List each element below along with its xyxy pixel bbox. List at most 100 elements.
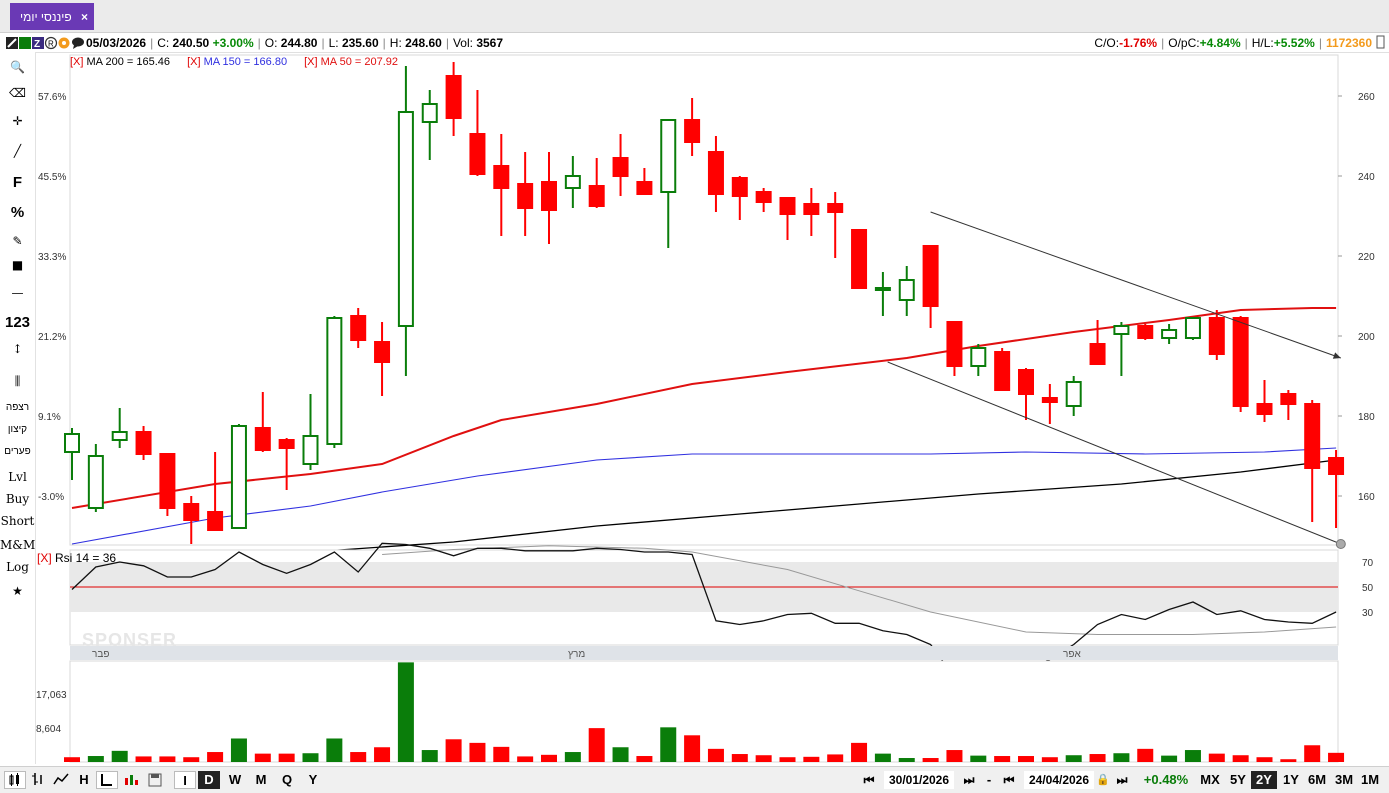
ma50-legend[interactable]: [X] MA 50 = 207.92 [304,56,398,68]
candle-body [1232,317,1249,407]
area-chart-button[interactable] [122,771,142,789]
volume-bar [350,752,367,762]
rsi-tick-label: 70 [1362,558,1374,569]
volume-bar [469,742,486,762]
volume-bar [731,754,748,762]
candles-chart-button[interactable] [4,771,26,789]
candle-body [517,183,534,209]
range-2y-button[interactable]: 2Y [1251,771,1277,789]
candle-body [87,455,104,509]
candle-body [207,511,224,531]
candle-body [660,119,677,193]
range-1m-button[interactable]: 1M [1357,771,1383,789]
line-chart-button[interactable] [50,771,72,789]
first-from-button[interactable]: ⏮ [856,771,882,789]
volume-bar [994,756,1011,762]
volume-bar [660,727,677,762]
volume-bar [1137,748,1154,762]
volume-bar [517,756,534,762]
sponser-watermark: SPONSER [82,630,178,650]
candle-body [684,119,701,143]
volume-bar [64,757,80,762]
volume-bar [1089,754,1106,762]
price-chart[interactable]: 160 180 200 220 240 260 -3.0% 9.1% 21.2% 33.3% 45.… [0,0,1389,766]
pct-tick-label: 45.5% [38,172,66,183]
price-tick-label: 200 [1358,332,1375,343]
volume-tick-label: 8,604 [36,724,61,735]
candle-body [469,133,486,175]
price-tick-label: 240 [1358,172,1375,183]
lock-icon[interactable]: 🔒 [1096,771,1110,789]
candle-body [374,341,391,363]
candle-body [1113,325,1130,335]
volume-bar [1018,756,1034,762]
volume-bar [564,752,581,762]
bar-chart-button[interactable] [96,771,118,789]
candle-body [254,427,271,451]
candle-body [1328,457,1345,475]
volume-bar [111,750,128,762]
volume-bar [970,755,987,762]
candle-body [183,503,200,521]
candle-body [1184,317,1201,339]
candle-body [731,177,748,197]
range-3m-button[interactable]: 3M [1331,771,1357,789]
candle-body [707,151,724,195]
volume-bar [922,758,939,762]
range-1y-button[interactable]: 1Y [1278,771,1304,789]
candle-body [111,431,128,441]
volume-bar [397,662,414,762]
interval-m-button[interactable]: M [250,771,272,789]
period-change: +0.48% [1143,772,1189,787]
interval-i-button[interactable]: I [174,771,196,789]
volume-bar [159,756,176,762]
candle-body [541,181,557,211]
ohlc-chart-button[interactable] [28,771,48,789]
volume-bar [254,753,271,762]
range-mx-button[interactable]: MX [1197,771,1223,789]
candle-body [922,245,939,307]
from-date[interactable]: 30/01/2026 [884,771,954,789]
candle-body [564,175,581,189]
price-panel [69,54,1339,546]
ma150-legend[interactable]: [X] MA 150 = 166.80 [187,56,287,68]
save-icon[interactable] [146,771,164,789]
next-from-button[interactable]: ⏭ [956,771,982,789]
next-to-button[interactable]: ⏭ [1108,771,1136,789]
volume-bar [421,750,438,762]
hlc-chart-button[interactable]: H [74,771,94,789]
trendline-handle [1335,539,1346,549]
volume-bar [1256,757,1273,762]
candle-body [874,287,891,291]
volume-panel [69,660,1339,763]
pct-tick-label: 57.6% [38,92,66,103]
volume-bar [1280,759,1297,762]
candle-body [302,435,319,465]
volume-bar [1041,757,1058,762]
candle-body [1161,329,1178,339]
candle-body [827,203,844,213]
candle-body [588,185,605,207]
candle-body [230,425,247,529]
candle-body [755,191,772,203]
range-5y-button[interactable]: 5Y [1225,771,1251,789]
interval-y-button[interactable]: Y [302,771,324,789]
first-to-button[interactable]: ⏮ [996,771,1022,789]
interval-d-button[interactable]: D [198,771,220,789]
interval-w-button[interactable]: W [224,771,246,789]
candle-body [1280,393,1297,405]
volume-bar [707,748,724,762]
month-label: אפר [1063,649,1081,660]
ma200-legend[interactable]: [X] MA 200 = 165.46 [70,56,170,68]
interval-q-button[interactable]: Q [276,771,298,789]
volume-bar [636,756,653,762]
rsi-legend[interactable]: [X] Rsi 14 = 36 [37,551,116,565]
candle-body [851,229,868,289]
pct-tick-label: 9.1% [38,412,61,423]
price-tick-label: 180 [1358,412,1375,423]
range-6m-button[interactable]: 6M [1304,771,1330,789]
candle-body [946,321,963,367]
price-tick-label: 160 [1358,492,1375,503]
to-date[interactable]: 24/04/2026 [1024,771,1094,789]
candle-body [1256,403,1273,415]
